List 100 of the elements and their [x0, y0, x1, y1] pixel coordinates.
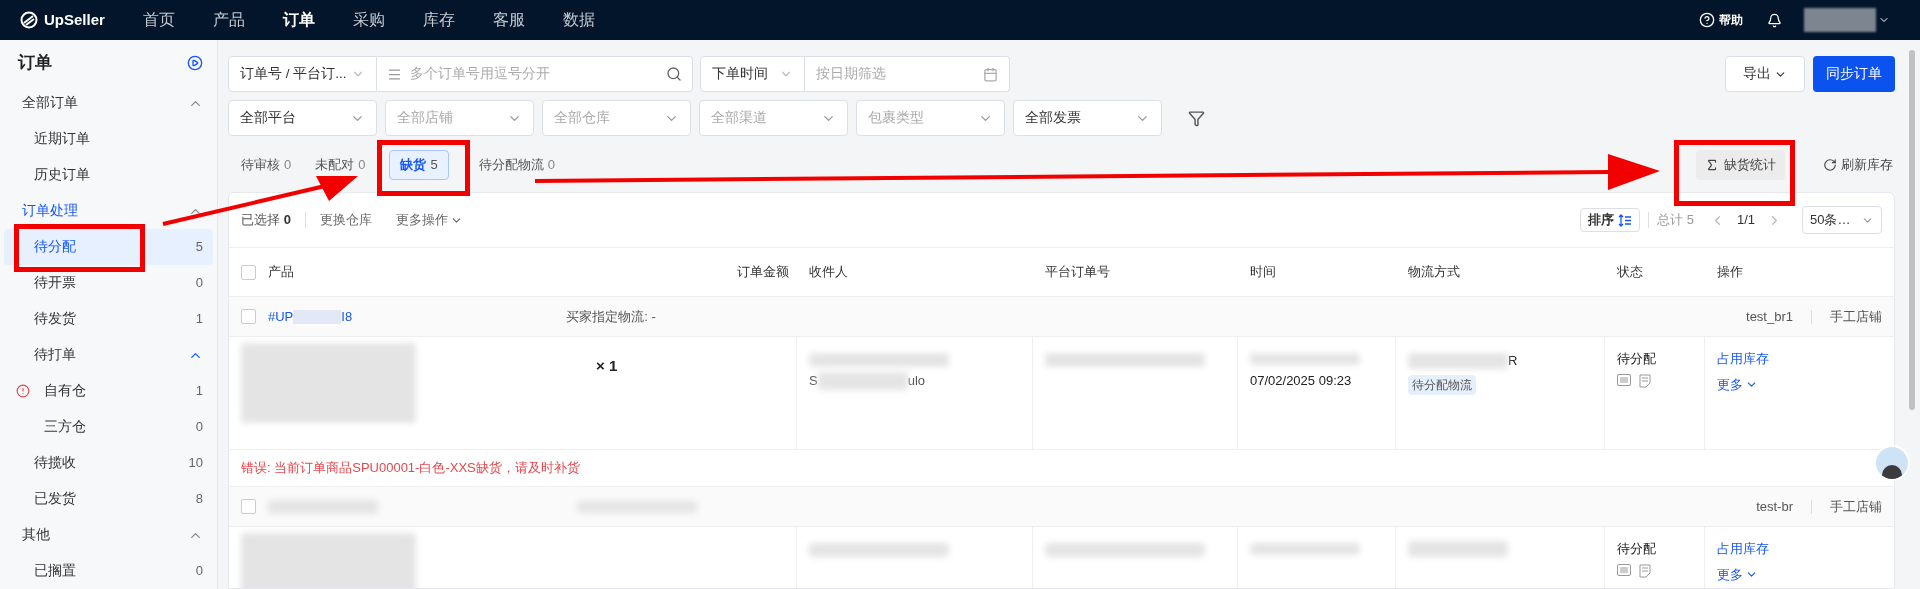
list-icon	[387, 66, 402, 82]
more-link[interactable]: 更多	[1717, 564, 1758, 584]
logo-icon	[20, 11, 38, 29]
column-header: 状态	[1617, 264, 1643, 280]
order-time: 07/02/2025 09:23	[1250, 372, 1353, 390]
select-field[interactable]: 全部发票	[1013, 100, 1162, 136]
barcode-icon[interactable]	[1617, 563, 1631, 576]
buyer-logistics: 买家指定物流: -	[566, 307, 656, 326]
sidebar-item[interactable]: 待揽收 10	[4, 445, 213, 481]
note-icon[interactable]	[1639, 563, 1651, 578]
item-count: 0	[195, 562, 203, 581]
scrollbar[interactable]	[1908, 50, 1915, 410]
toolbar-action[interactable]: 更多操作	[395, 210, 463, 230]
nav-item[interactable]: 客服	[493, 8, 525, 32]
status-tab[interactable]: 待分配物流 0	[478, 150, 555, 180]
item-count: 0	[195, 418, 203, 437]
item-count: 8	[195, 490, 203, 509]
search-box[interactable]: 多个订单号用逗号分开	[377, 56, 693, 92]
sort-icon	[1618, 213, 1633, 227]
checkbox[interactable]	[241, 499, 256, 514]
sidebar-item[interactable]: 全部订单	[4, 85, 213, 121]
time-type-select[interactable]: 下单时间	[700, 56, 805, 92]
logo-text: UpSeller	[44, 9, 105, 30]
shop-name: test_br1	[1746, 307, 1793, 326]
toolbar-action[interactable]: 更换仓库	[319, 210, 372, 230]
order-number[interactable]: #UP	[268, 306, 294, 327]
logistics-tag: 待分配物流	[1408, 374, 1476, 395]
sidebar-item[interactable]: 已发货 8	[4, 481, 213, 517]
status-tab[interactable]: 待审核 0	[241, 150, 292, 180]
item-quantity: × 1	[596, 356, 618, 376]
stock-stats-button[interactable]: 缺货统计	[1696, 150, 1785, 180]
sidebar-item[interactable]: 待开票 0	[4, 265, 213, 301]
checkbox[interactable]	[241, 309, 256, 324]
nav-item[interactable]: 采购	[353, 8, 385, 32]
nav-item[interactable]: 数据	[563, 8, 595, 32]
logistics-name: R	[1508, 352, 1518, 370]
calendar-icon	[983, 66, 998, 82]
item-count: 1	[195, 382, 203, 401]
recipient-name: ulo	[907, 372, 926, 390]
bell-icon[interactable]	[1767, 12, 1782, 28]
nav-item[interactable]: 库存	[423, 8, 455, 32]
nav-item[interactable]: 订单	[283, 8, 315, 32]
shop-type: 手工店铺	[1830, 307, 1882, 326]
sidebar-item[interactable]: 自有仓 1	[4, 373, 213, 409]
sidebar-item[interactable]: 近期订单	[4, 121, 213, 157]
nav-item[interactable]: 首页	[143, 8, 175, 32]
page-size-select[interactable]: 50条…	[1802, 206, 1882, 234]
reserve-stock-link[interactable]: 占用库存	[1717, 539, 1769, 559]
sidebar-item[interactable]: 其他	[4, 517, 213, 553]
column-header: 订单金额	[737, 263, 789, 282]
search-type-select[interactable]: 订单号 / 平台订...	[228, 56, 377, 92]
sidebar-item[interactable]: 三方仓 0	[4, 409, 213, 445]
item-count: 10	[188, 454, 203, 473]
help-link[interactable]: 帮助	[1719, 11, 1743, 29]
sidebar-item[interactable]: 历史订单	[4, 157, 213, 193]
refresh-stock-button[interactable]: 刷新库存	[1823, 150, 1893, 180]
item-count: 5	[195, 238, 203, 257]
column-header: 产品	[268, 263, 295, 282]
search-field[interactable]: 多个订单号用逗号分开	[410, 63, 658, 85]
sidebar-item[interactable]: 待分配 5	[4, 229, 213, 265]
reserve-stock-link[interactable]: 占用库存	[1717, 349, 1769, 369]
column-header: 平台订单号	[1045, 264, 1110, 280]
assistant-avatar[interactable]	[1874, 445, 1910, 481]
sort-button[interactable]: 排序	[1580, 208, 1641, 232]
column-header: 时间	[1250, 264, 1276, 280]
shop-name: test-br	[1756, 497, 1793, 516]
filter-icon[interactable]	[1188, 109, 1205, 127]
item-count: 1	[195, 310, 203, 329]
sidebar-item[interactable]: 已搁置 0	[4, 553, 213, 589]
order-number-end[interactable]: I8	[341, 306, 353, 327]
sidebar-title: 订单	[18, 51, 52, 74]
help-icon[interactable]	[1699, 12, 1715, 28]
refresh-icon	[1823, 158, 1837, 172]
status-tab[interactable]: 缺货 5	[389, 150, 449, 180]
sigma-icon	[1705, 158, 1719, 172]
date-field[interactable]: 按日期筛选	[816, 63, 983, 85]
note-icon[interactable]	[1639, 373, 1651, 388]
date-box[interactable]: 按日期筛选	[805, 56, 1010, 92]
sync-orders-button[interactable]: 同步订单	[1813, 56, 1895, 92]
item-count: 0	[195, 274, 203, 293]
export-button[interactable]: 导出	[1725, 56, 1805, 92]
nav-item[interactable]: 产品	[213, 8, 245, 32]
sidebar-item[interactable]: 待发货 1	[4, 301, 213, 337]
column-header: 物流方式	[1408, 264, 1460, 280]
search-icon[interactable]	[666, 66, 682, 82]
column-header: 操作	[1717, 264, 1743, 280]
total-count: 总计 5	[1657, 211, 1694, 230]
shop-type: 手工店铺	[1830, 497, 1882, 516]
checkbox[interactable]	[241, 264, 256, 280]
select-field[interactable]: 全部平台	[228, 100, 377, 136]
order-status: 待分配	[1617, 350, 1657, 368]
status-tab[interactable]: 未配对 0	[315, 150, 366, 180]
barcode-icon[interactable]	[1617, 373, 1631, 386]
sidebar-item[interactable]: 订单处理	[4, 193, 213, 229]
order-status: 待分配	[1617, 540, 1657, 558]
sidebar-item[interactable]: 待打单	[4, 337, 213, 373]
more-link[interactable]: 更多	[1717, 374, 1758, 394]
selected-count: 已选择 0	[241, 211, 291, 230]
recipient-initial: S	[809, 372, 818, 390]
play-icon[interactable]	[187, 54, 203, 71]
